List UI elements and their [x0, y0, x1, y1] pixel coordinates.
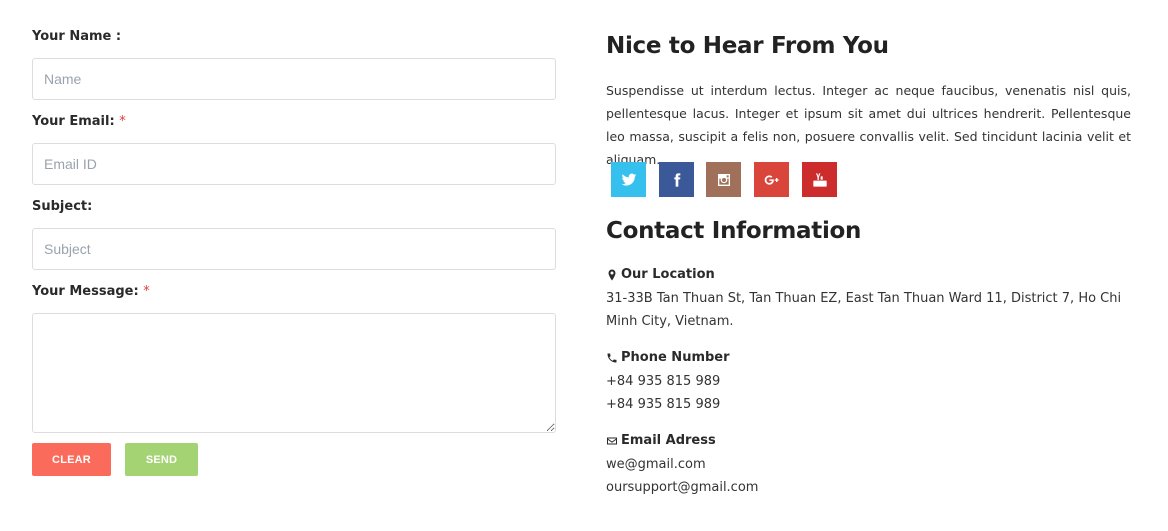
- required-marker: *: [143, 284, 150, 299]
- instagram-icon: [717, 173, 730, 186]
- youtube-icon: [812, 172, 827, 187]
- message-label: Your Message: *: [32, 284, 150, 299]
- google-plus-icon: [764, 174, 779, 185]
- info-heading: Nice to Hear From You: [606, 33, 889, 59]
- facebook-icon: [673, 172, 680, 187]
- subject-input[interactable]: [32, 228, 556, 270]
- phone-number: +84 935 815 989: [606, 397, 721, 412]
- twitter-link[interactable]: [611, 162, 646, 197]
- email-title: Email Adress: [606, 433, 716, 448]
- instagram-link[interactable]: [706, 162, 741, 197]
- clear-button[interactable]: CLEAR: [32, 443, 111, 476]
- intro-text: Suspendisse ut interdum lectus. Integer …: [606, 83, 1131, 167]
- phone-title: Phone Number: [606, 350, 730, 365]
- phone-number: +84 935 815 989: [606, 374, 721, 389]
- email-label: Your Email: *: [32, 114, 126, 129]
- envelope-icon: [607, 437, 617, 444]
- contact-heading: Contact Information: [606, 218, 862, 244]
- facebook-link[interactable]: [659, 162, 694, 197]
- location-text: 31-33B Tan Thuan St, Tan Thuan EZ, East …: [606, 291, 1122, 329]
- email-address: we@gmail.com: [606, 457, 706, 472]
- youtube-link[interactable]: [802, 162, 837, 197]
- google-plus-link[interactable]: [754, 162, 789, 197]
- twitter-icon: [621, 173, 636, 186]
- subject-label: Subject:: [32, 199, 93, 214]
- send-button[interactable]: SEND: [125, 443, 198, 476]
- map-marker-icon: [608, 269, 616, 280]
- message-textarea[interactable]: [32, 313, 556, 433]
- phone-icon: [607, 353, 617, 362]
- email-input[interactable]: [32, 143, 556, 185]
- name-input[interactable]: [32, 58, 556, 100]
- email-address: oursupport@gmail.com: [606, 480, 759, 495]
- name-label: Your Name :: [32, 29, 122, 44]
- required-marker: *: [119, 114, 126, 129]
- location-title: Our Location: [606, 267, 715, 282]
